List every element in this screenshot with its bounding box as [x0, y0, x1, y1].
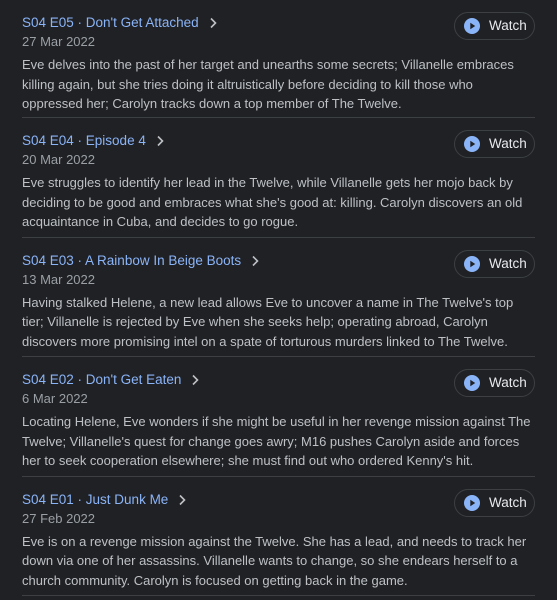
- episode-divider: [22, 595, 535, 596]
- episode-description: Having stalked Helene, a new lead allows…: [22, 294, 514, 349]
- chevron-right-icon[interactable]: [187, 372, 203, 388]
- episode-title-link[interactable]: S04 E01 · Just Dunk Me: [22, 491, 168, 509]
- watch-button[interactable]: Watch: [454, 369, 535, 397]
- chevron-right-icon[interactable]: [174, 492, 190, 508]
- watch-button-label: Watch: [489, 136, 527, 151]
- episode-item: S04 E04 · Episode 4 20 Mar 2022 Eve stru…: [0, 118, 557, 238]
- episode-item: S04 E01 · Just Dunk Me 27 Feb 2022 Eve i…: [0, 477, 557, 596]
- episode-title-link[interactable]: S04 E02 · Don't Get Eaten: [22, 371, 181, 389]
- episode-item: S04 E03 · A Rainbow In Beige Boots 13 Ma…: [0, 238, 557, 357]
- watch-button[interactable]: Watch: [454, 12, 535, 40]
- chevron-right-icon[interactable]: [205, 15, 221, 31]
- chevron-right-icon[interactable]: [152, 133, 168, 149]
- watch-button-label: Watch: [489, 375, 527, 390]
- episode-description: Locating Helene, Eve wonders if she migh…: [22, 414, 531, 468]
- play-circle-icon: [464, 375, 480, 391]
- play-circle-icon: [464, 18, 480, 34]
- watch-button[interactable]: Watch: [454, 130, 535, 158]
- watch-button-label: Watch: [489, 18, 527, 33]
- chevron-right-icon[interactable]: [247, 253, 263, 269]
- watch-button[interactable]: Watch: [454, 488, 535, 517]
- episode-description: Eve is on a revenge mission against the …: [22, 533, 527, 588]
- play-circle-icon: [464, 136, 480, 152]
- episode-title-link[interactable]: S04 E04 · Episode 4: [22, 132, 146, 150]
- episode-description: Eve delves into the past of her target a…: [22, 57, 514, 111]
- episode-item: S04 E02 · Don't Get Eaten 6 Mar 2022 Loc…: [0, 357, 557, 477]
- play-circle-icon: [464, 255, 480, 272]
- episode-title-link[interactable]: S04 E03 · A Rainbow In Beige Boots: [22, 252, 241, 270]
- episode-description: Eve struggles to identify her lead in th…: [22, 175, 523, 229]
- episode-list: S04 E05 · Don't Get Attached 27 Mar 2022…: [0, 0, 557, 596]
- episode-title-link[interactable]: S04 E05 · Don't Get Attached: [22, 14, 199, 32]
- watch-button-label: Watch: [489, 255, 527, 271]
- episode-item: S04 E05 · Don't Get Attached 27 Mar 2022…: [0, 0, 557, 118]
- watch-button-label: Watch: [489, 494, 527, 510]
- play-circle-icon: [464, 494, 480, 511]
- watch-button[interactable]: Watch: [454, 249, 535, 278]
